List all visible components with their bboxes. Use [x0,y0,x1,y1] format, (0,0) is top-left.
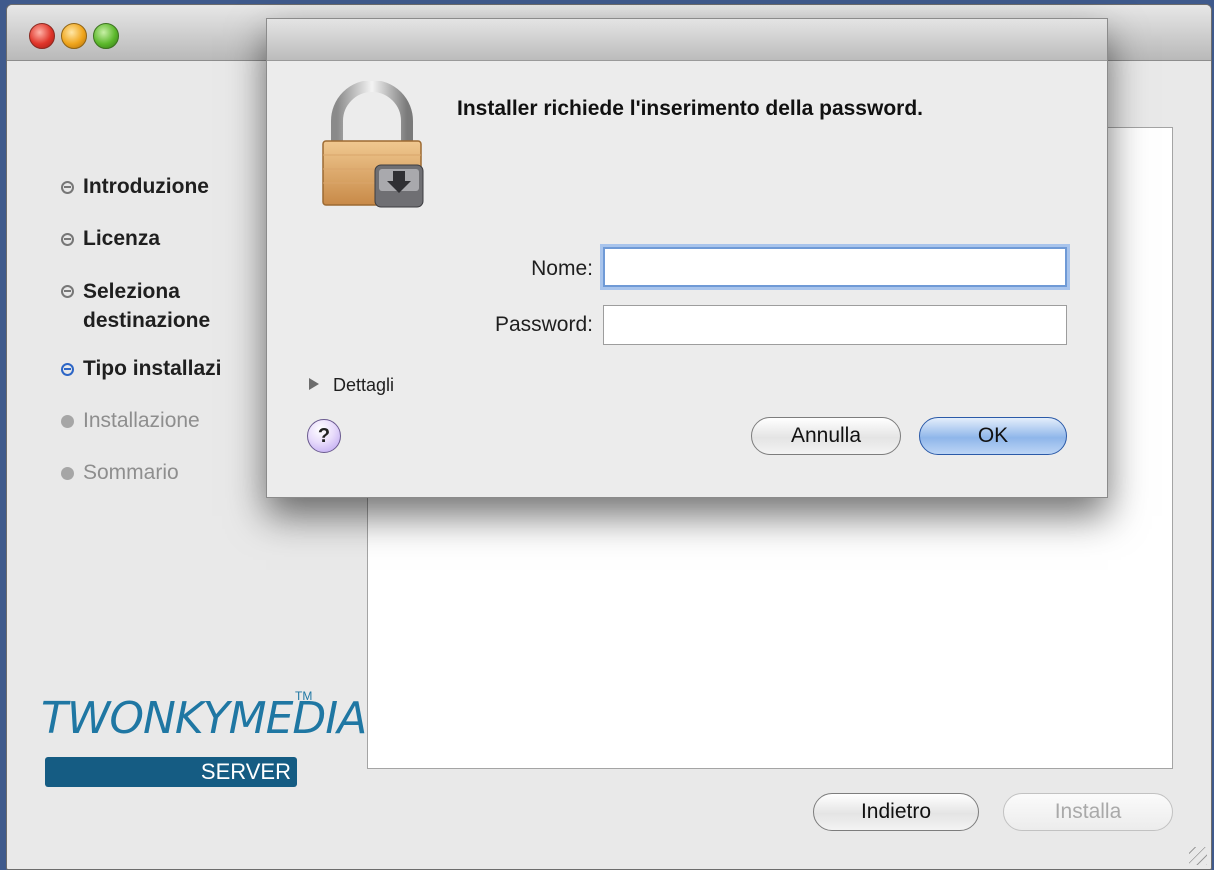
disclosure-triangle-icon [309,378,319,390]
ok-button[interactable]: OK [919,417,1067,455]
step-pending-icon [61,415,74,428]
step-current-icon [61,363,74,376]
twonky-media-logo: TWONKYMEDIA TM SERVER [41,689,367,801]
password-dialog: Installer richiede l'inserimento della p… [266,18,1108,498]
resize-grip-icon[interactable] [1189,847,1207,865]
step-label: Installazione [83,409,200,432]
step-sommario: Sommario [55,459,265,487]
details-disclosure[interactable]: Dettagli [309,375,394,396]
step-label: Seleziona destinazione [83,280,211,332]
zoom-window-button[interactable] [93,23,119,49]
step-label: Licenza [83,227,161,250]
dialog-titlebar [267,19,1107,61]
step-label: Sommario [83,461,179,484]
name-label: Nome: [531,257,593,280]
logo-brand: TWONKYMEDIA [41,693,367,744]
back-button[interactable]: Indietro [813,793,979,831]
step-done-icon [61,285,74,298]
install-steps-list: Introduzione Licenza Seleziona destinazi… [55,173,265,511]
minimize-window-button[interactable] [61,23,87,49]
help-button[interactable]: ? [307,419,341,453]
step-pending-icon [61,467,74,480]
step-tipo-installazione: Tipo installazi [55,355,265,383]
step-introduzione: Introduzione [55,173,265,201]
step-done-icon [61,181,74,194]
dialog-message: Installer richiede l'inserimento della p… [457,97,923,120]
step-label: Tipo installazi [83,357,222,380]
password-input[interactable] [603,305,1067,345]
cancel-button[interactable]: Annulla [751,417,901,455]
step-licenza: Licenza [55,225,265,253]
password-label: Password: [494,313,593,336]
lock-icon [322,81,424,208]
step-label: Introduzione [83,175,209,198]
logo-trademark: TM [295,689,313,703]
install-button: Installa [1003,793,1173,831]
details-label: Dettagli [333,375,395,395]
step-seleziona-destinazione: Seleziona destinazione [55,277,265,335]
logo-subtitle: SERVER [200,759,291,784]
step-installazione: Installazione [55,407,265,435]
step-done-icon [61,233,74,246]
drive-icon [374,164,424,208]
close-window-button[interactable] [29,23,55,49]
logo-server-bar: SERVER [45,757,297,787]
name-input[interactable] [603,247,1067,287]
